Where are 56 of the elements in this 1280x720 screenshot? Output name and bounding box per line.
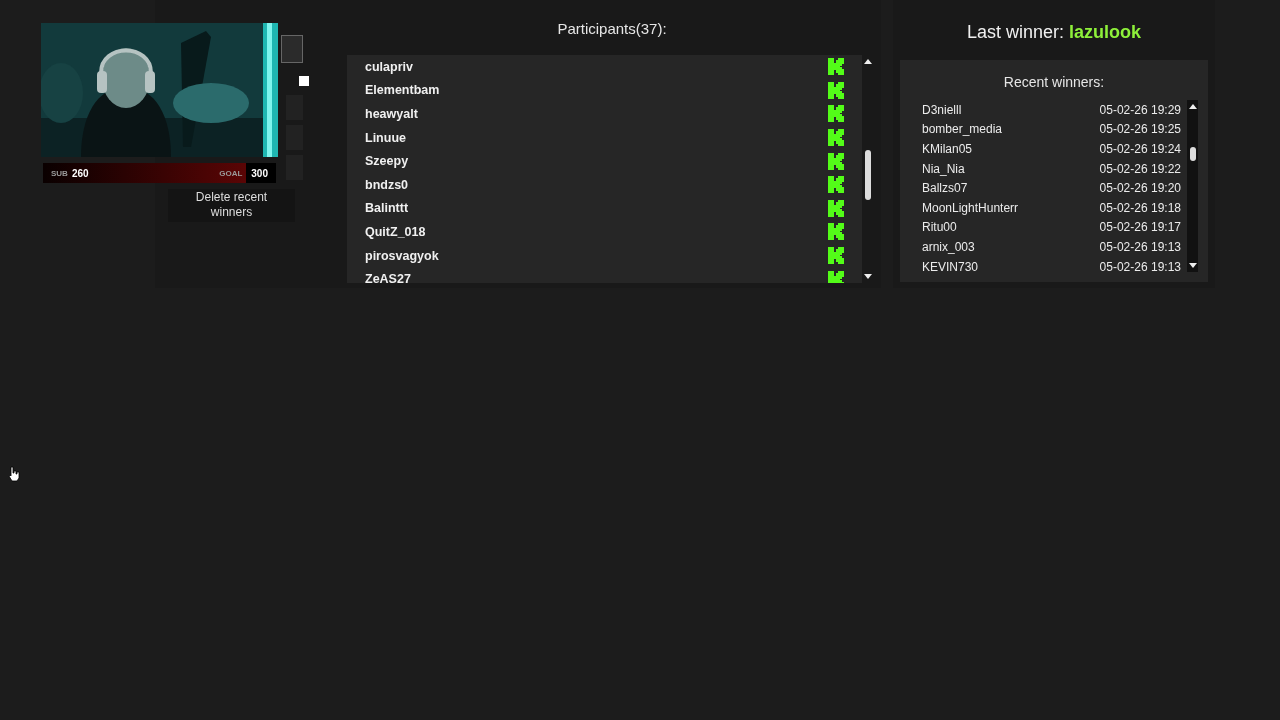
participant-name: heawyalt	[365, 107, 418, 121]
winner-name: bomber_media	[922, 122, 1003, 137]
participant-name: Linuue	[365, 130, 406, 145]
scroll-down-icon[interactable]	[864, 274, 872, 279]
goal-label: GOAL	[219, 168, 243, 178]
platform-logo-icon	[828, 223, 844, 241]
win-time: 05-02-26 19:20	[1099, 181, 1181, 196]
win-time: 05-02-26 19:29	[1099, 102, 1181, 117]
platform-logo-icon	[828, 81, 844, 99]
winner-name: Ballzs07	[922, 181, 968, 196]
sub-count: 260	[71, 167, 89, 179]
scroll-up-icon[interactable]	[864, 59, 872, 64]
winner-name: KEVIN730	[922, 259, 979, 274]
recent-winners-title: Recent winners:	[1003, 74, 1105, 92]
win-time: 05-02-26 19:24	[1099, 142, 1181, 156]
scrollbar[interactable]	[1187, 100, 1198, 272]
winner-name: KMilan05	[922, 142, 973, 156]
win-time: 05-02-26 19:25	[1099, 122, 1181, 137]
platform-logo-icon	[828, 199, 844, 217]
win-time: 05-02-26 19:13	[1099, 259, 1181, 274]
last-winner-text: Last winner: lazulook	[966, 22, 1142, 44]
participants-title: Participants(37):	[557, 20, 667, 39]
platform-logo-icon	[828, 270, 844, 283]
winner-name: MoonLightHunterr	[922, 200, 1019, 215]
platform-logo-icon	[828, 247, 844, 265]
platform-logo-icon	[828, 105, 844, 123]
scroll-thumb[interactable]	[865, 150, 871, 200]
participant-name: Balinttt	[365, 201, 409, 216]
participant-name: Szeepy	[365, 154, 409, 169]
platform-logo-icon	[828, 152, 844, 170]
scroll-thumb[interactable]	[1190, 147, 1196, 161]
platform-logo-icon	[828, 176, 844, 194]
platform-logo-icon	[828, 58, 844, 76]
win-time: 05-02-26 19:18	[1099, 200, 1181, 215]
participant-name: ZeAS27	[365, 272, 411, 283]
participant-name: culapriv	[365, 59, 413, 74]
participant-name: pirosvagyok	[365, 248, 439, 263]
winner-name: arnix_003	[922, 239, 975, 254]
participant-name: Elementbam	[365, 83, 440, 98]
winner-name: D3nielll	[922, 102, 962, 117]
delete-winners-button[interactable]: Delete recent winners	[168, 189, 295, 222]
checkbox[interactable]	[299, 76, 309, 86]
command-field[interactable]	[281, 35, 303, 63]
scroll-down-icon[interactable]	[1189, 263, 1197, 268]
scroll-up-icon[interactable]	[1189, 104, 1197, 109]
win-time: 05-02-26 19:17	[1099, 220, 1181, 235]
platform-logo-icon	[828, 129, 844, 147]
win-time: 05-02-26 19:22	[1099, 161, 1181, 176]
winner-name: Ritu00	[922, 220, 957, 235]
goal-count: 300	[246, 163, 276, 183]
win-time: 05-02-26 19:13	[1099, 239, 1181, 254]
hand-cursor-icon	[8, 466, 20, 482]
winner-name: Nia_Nia	[922, 161, 965, 176]
participant-name: bndzs0	[365, 177, 409, 192]
sub-label: SUB	[51, 168, 68, 178]
participant-name: QuitZ_018	[365, 224, 426, 239]
